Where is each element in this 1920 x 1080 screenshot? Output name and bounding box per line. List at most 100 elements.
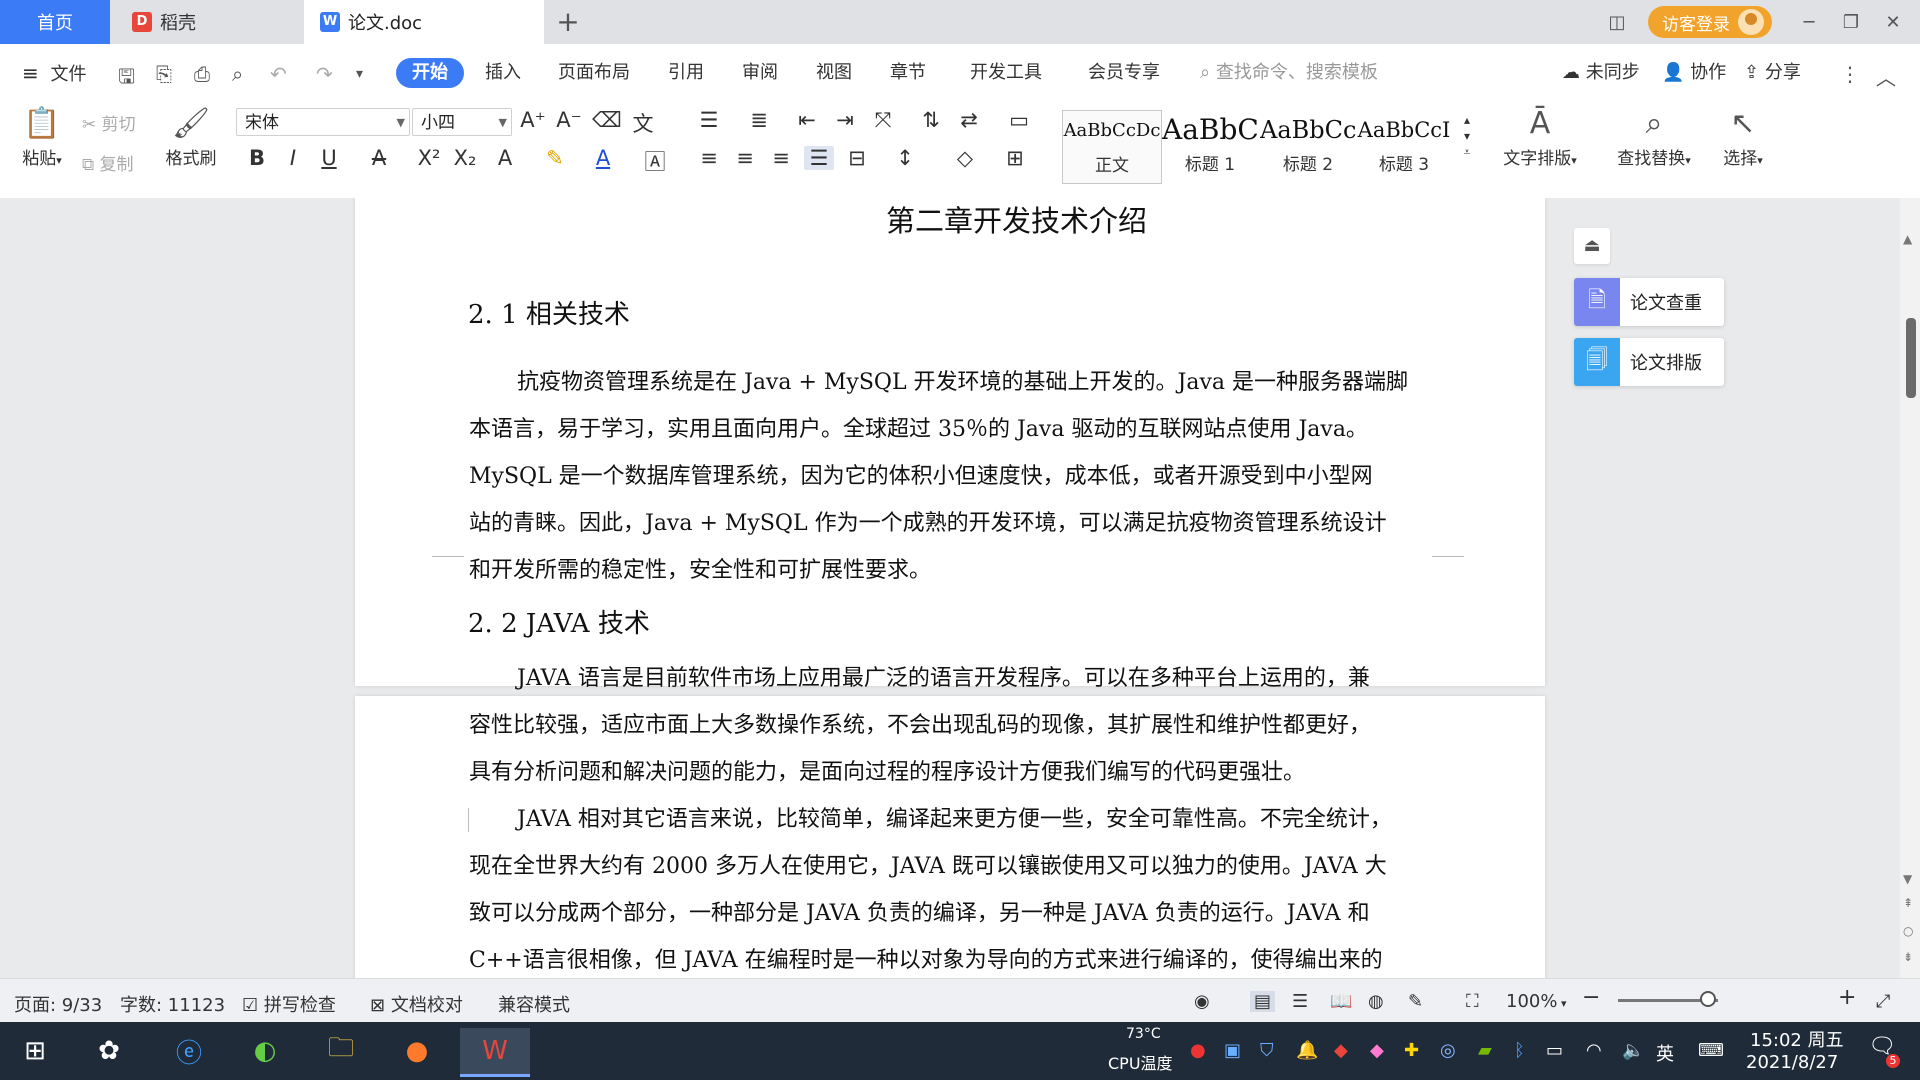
- shield-icon[interactable]: ⛉: [1260, 1040, 1274, 1061]
- volume-icon[interactable]: 🔈: [1622, 1040, 1644, 1061]
- align-center-icon[interactable]: ≡: [730, 146, 760, 170]
- paragraph-line[interactable]: MySQL 是一个数据库管理系统，因为它的体积小但速度快，成本低，或者开源受到中…: [469, 458, 1429, 490]
- subscript-icon[interactable]: X₂: [450, 146, 480, 170]
- chinese-layout-icon[interactable]: ⤧: [868, 108, 898, 133]
- next-page-icon[interactable]: ⇟: [1903, 950, 1913, 964]
- italic-icon[interactable]: I: [278, 146, 308, 170]
- line-spacing-icon[interactable]: ↕: [890, 146, 920, 170]
- highlight-icon[interactable]: ✎: [540, 146, 570, 170]
- save-icon[interactable]: 🖫: [118, 62, 135, 96]
- login-button[interactable]: 访客登录: [1648, 6, 1772, 38]
- menu-tab-insert[interactable]: 插入: [485, 58, 521, 88]
- align-right-icon[interactable]: ≡: [766, 146, 796, 170]
- menu-tab-start[interactable]: 开始: [396, 58, 464, 88]
- cut-button[interactable]: ✂ 剪切: [82, 110, 136, 135]
- phonetic-icon[interactable]: 文: [628, 108, 658, 138]
- paragraph-line[interactable]: 容性比较强，适应市面上大多数操作系统，不会出现乱码的现像，其扩展性和维护性都更好…: [469, 707, 1429, 739]
- decrease-indent-icon[interactable]: ⇤: [792, 108, 822, 132]
- paragraph-line[interactable]: 站的青睐。因此，Java + MySQL 作为一个成熟的开发环境，可以满足抗疫物…: [469, 505, 1429, 537]
- tray-app-icon[interactable]: ●: [1190, 1040, 1206, 1061]
- battery-icon[interactable]: ▭: [1546, 1040, 1563, 1061]
- pinwheel-app-icon[interactable]: ✿: [80, 1028, 138, 1074]
- style-normal[interactable]: AaBbCcDc 正文: [1062, 110, 1162, 184]
- scrollbar-thumb[interactable]: [1906, 318, 1916, 398]
- minimize-icon[interactable]: ─: [1788, 12, 1830, 33]
- vertical-scrollbar[interactable]: [1900, 198, 1920, 978]
- browser-icon[interactable]: ◐: [236, 1028, 294, 1074]
- bold-icon[interactable]: B: [242, 146, 272, 170]
- export-icon[interactable]: ⎘: [156, 62, 172, 86]
- web-view-icon[interactable]: ◍: [1368, 991, 1384, 1012]
- font-size-select[interactable]: 小四 ▼: [412, 108, 512, 136]
- font-name-select[interactable]: 宋体 ▼: [236, 108, 410, 136]
- new-tab-button[interactable]: +: [552, 6, 584, 38]
- shading-icon[interactable]: ◇: [950, 146, 980, 170]
- prev-page-icon[interactable]: ⇞: [1903, 896, 1913, 910]
- find-replace-button[interactable]: ⌕ 查找替换▾: [1608, 104, 1700, 169]
- command-search[interactable]: ⌕ 查找命令、搜索模板: [1200, 58, 1378, 88]
- paragraph-line[interactable]: 致可以分成两个部分，一种部分是 JAVA 负责的编译，另一种是 JAVA 负责的…: [469, 895, 1429, 927]
- paragraph-line[interactable]: C++语言很相像，但 JAVA 在编程时是一种以对象为导向的方式来进行编译的，使…: [469, 942, 1429, 974]
- media-app-icon[interactable]: ●: [388, 1028, 446, 1074]
- menu-tab-reference[interactable]: 引用: [668, 58, 704, 88]
- increase-indent-icon[interactable]: ⇥: [830, 108, 860, 132]
- undo-icon[interactable]: ↶: [270, 62, 287, 86]
- style-heading-2[interactable]: AaBbCc 标题 2: [1260, 110, 1356, 182]
- paragraph-line[interactable]: JAVA 语言是目前软件市场上应用最广泛的语言开发程序。可以在多种平台上运用的，…: [469, 660, 1429, 692]
- tray-network-app-icon[interactable]: ▣: [1224, 1040, 1241, 1061]
- file-explorer-icon[interactable]: 🗀: [312, 1028, 370, 1074]
- distributed-icon[interactable]: ⊟: [842, 146, 872, 170]
- tab-home[interactable]: 首页: [0, 0, 110, 44]
- justify-icon[interactable]: ☰: [804, 146, 834, 170]
- sync-button[interactable]: ☁ 未同步: [1562, 58, 1640, 88]
- tray-app-icon[interactable]: ◆: [1370, 1040, 1384, 1061]
- print-preview-icon[interactable]: ⌕: [232, 62, 243, 86]
- section-heading[interactable]: 2. 2 JAVA 技术: [468, 603, 650, 640]
- panel-collapse-button[interactable]: ⏏: [1574, 228, 1610, 264]
- bluetooth-icon[interactable]: ᛒ: [1514, 1040, 1525, 1061]
- paste-button[interactable]: 📋 粘贴▾: [16, 104, 68, 169]
- keyboard-icon[interactable]: ⌨: [1698, 1040, 1724, 1061]
- tab-daoke[interactable]: D 稻壳: [112, 0, 302, 44]
- text-layout-button[interactable]: Ā 文字排版▾: [1494, 104, 1586, 169]
- windows-start-icon[interactable]: ⊞: [6, 1028, 64, 1074]
- tab-document[interactable]: W 论文.doc: [304, 0, 544, 44]
- close-icon[interactable]: ✕: [1872, 12, 1914, 33]
- file-menu[interactable]: ≡ 文件: [22, 58, 87, 88]
- reading-view-icon[interactable]: 📖: [1330, 991, 1352, 1012]
- section-heading[interactable]: 2. 1 相关技术: [468, 294, 630, 331]
- superscript-icon[interactable]: X²: [414, 146, 444, 170]
- sort-icon[interactable]: ⇅: [916, 108, 946, 132]
- select-browse-icon[interactable]: ○: [1903, 924, 1913, 938]
- internet-explorer-icon[interactable]: ⓔ: [160, 1028, 218, 1074]
- paragraph-line[interactable]: 本语言，易于学习，实用且面向用户。全球超过 35％的 Java 驱动的互联网站点…: [469, 411, 1429, 443]
- zoom-slider-thumb[interactable]: [1700, 991, 1716, 1007]
- paragraph-line[interactable]: JAVA 相对其它语言来说，比较简单，编译起来更方便一些，安全可靠性高。不完全统…: [469, 801, 1429, 833]
- paper-layout-button[interactable]: 🗐 论文排版: [1574, 338, 1724, 386]
- text-effect-icon[interactable]: A: [490, 146, 520, 170]
- style-gallery-scroll-icon[interactable]: ▴ ▾ ⩡: [1452, 112, 1482, 160]
- quick-access-dropdown-icon[interactable]: ▾: [356, 66, 363, 82]
- bullet-list-icon[interactable]: ☰: [694, 108, 724, 132]
- style-heading-3[interactable]: AaBbCcI 标题 3: [1356, 110, 1452, 182]
- page-indicator[interactable]: 页面: 9/33: [14, 991, 102, 1017]
- input-method[interactable]: 英: [1656, 1040, 1674, 1066]
- menu-tab-view[interactable]: 视图: [816, 58, 852, 88]
- borders-icon[interactable]: ⊞: [1000, 146, 1030, 170]
- collab-button[interactable]: 👤 协作: [1662, 58, 1726, 88]
- underline-icon[interactable]: U: [314, 146, 344, 170]
- nvidia-icon[interactable]: ▰: [1478, 1040, 1492, 1061]
- wifi-icon[interactable]: ◠: [1586, 1040, 1602, 1061]
- paragraph-line[interactable]: 和开发所需的稳定性，安全性和可扩展性要求。: [469, 552, 1429, 584]
- menu-tab-chapter[interactable]: 章节: [890, 58, 926, 88]
- write-view-icon[interactable]: ✎: [1408, 991, 1423, 1012]
- zoom-out-icon[interactable]: −: [1582, 985, 1600, 1010]
- scroll-down-icon[interactable]: ▼: [1903, 872, 1912, 886]
- menu-tab-review[interactable]: 审阅: [742, 58, 778, 88]
- ruler-icon[interactable]: ▭: [1004, 108, 1034, 132]
- tray-app-icon[interactable]: ✚: [1404, 1040, 1419, 1061]
- redo-icon[interactable]: ↷: [316, 62, 333, 86]
- outline-view-icon[interactable]: ☰: [1292, 991, 1308, 1012]
- paragraph-line[interactable]: 现在全世界大约有 2000 多万人在使用它，JAVA 既可以镶嵌使用又可以独力的…: [469, 848, 1429, 880]
- bell-icon[interactable]: 🔔: [1296, 1040, 1318, 1061]
